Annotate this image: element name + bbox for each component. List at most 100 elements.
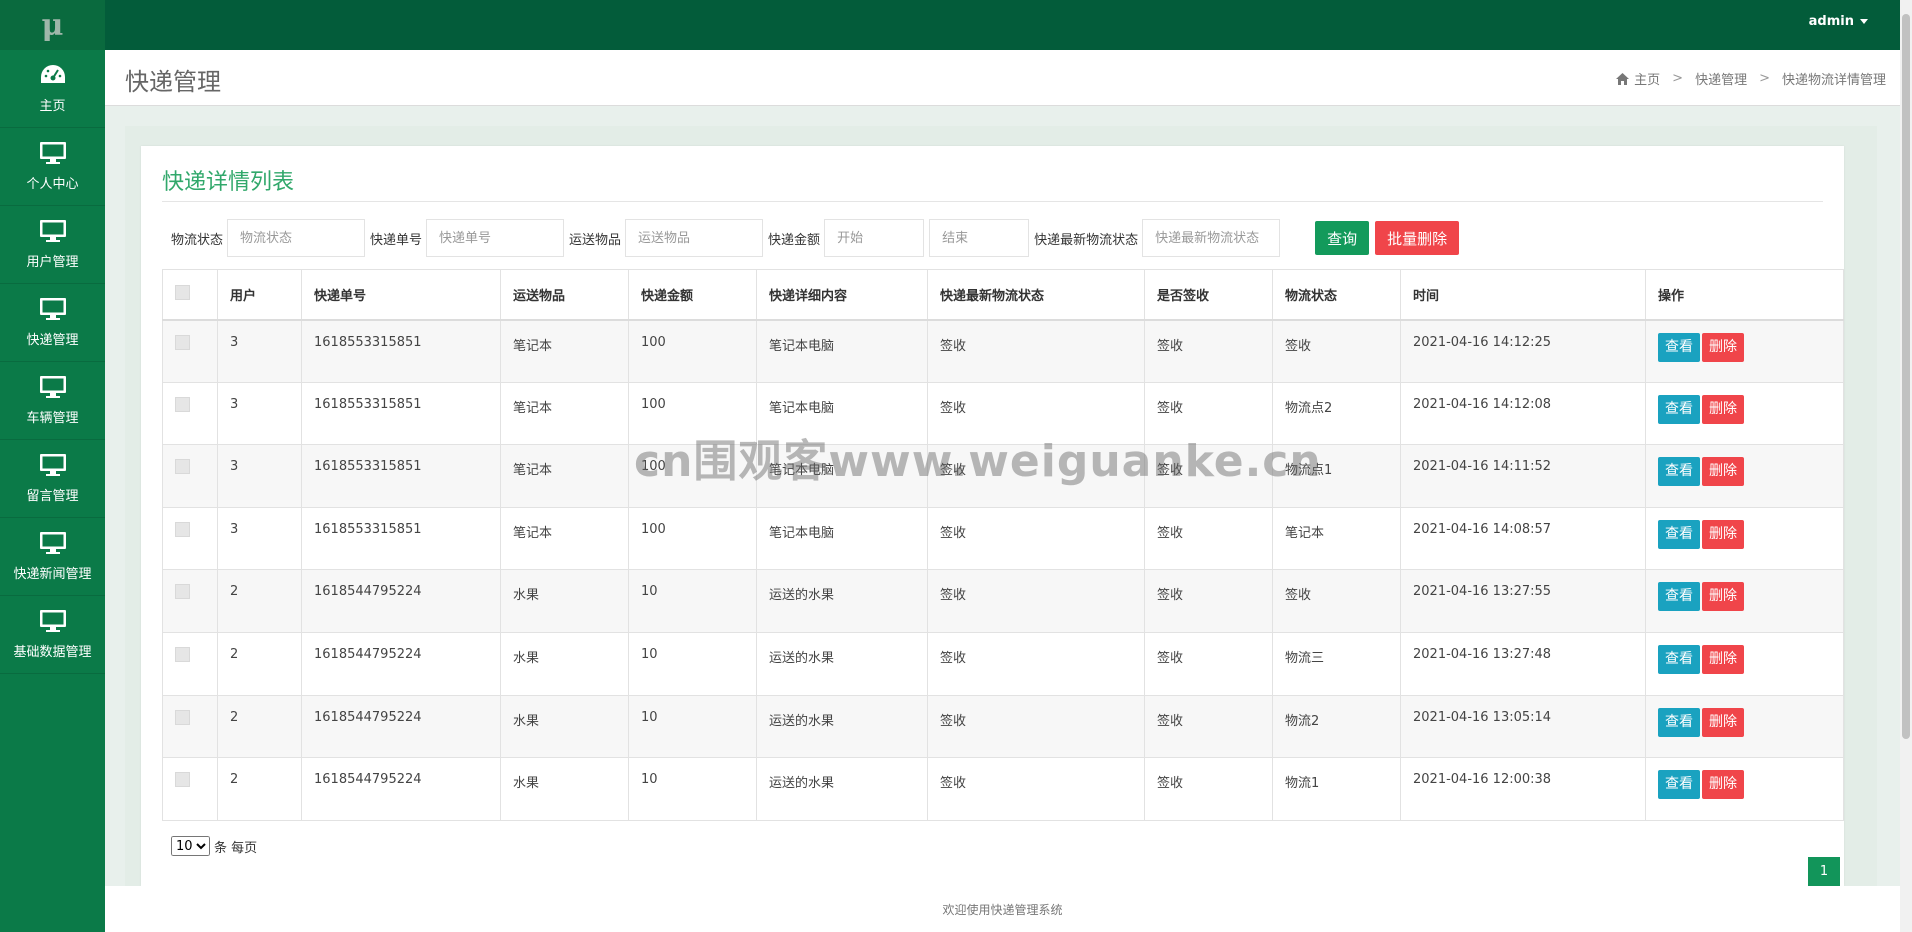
latest-status-input[interactable] <box>1142 219 1281 257</box>
cell-time: 2021-04-16 14:11:52 <box>1400 444 1646 508</box>
col-latest-status: 快递最新物流状态 <box>927 269 1145 321</box>
breadcrumb-express[interactable]: 快递管理 <box>1695 69 1747 88</box>
sidebar-item-label: 快递管理 <box>26 333 79 348</box>
breadcrumb-home[interactable]: 主页 <box>1634 69 1660 88</box>
cell-amount: 10 <box>628 757 757 821</box>
delete-button[interactable]: 删除 <box>1702 332 1744 362</box>
sidebar-item-6[interactable]: 快递新闻管理 <box>0 518 105 596</box>
cell-detail: 笔记本电脑 <box>756 381 928 446</box>
logistics-status-label: 物流状态 <box>171 232 224 248</box>
cell-goods: 笔记本 <box>500 444 629 508</box>
delete-button[interactable]: 删除 <box>1702 394 1744 424</box>
goods-input[interactable] <box>625 219 764 257</box>
cell-goods: 笔记本 <box>500 381 629 446</box>
row-checkbox[interactable] <box>175 584 190 600</box>
select-all-cell <box>162 269 218 321</box>
page-button-current[interactable]: 1 <box>1808 857 1840 886</box>
view-button[interactable]: 查看 <box>1658 332 1700 362</box>
amount-end-input[interactable] <box>929 219 1030 257</box>
cell-time: 2021-04-16 14:12:08 <box>1400 381 1646 446</box>
row-checkbox[interactable] <box>175 459 190 475</box>
cell-goods: 水果 <box>500 694 629 759</box>
row-checkbox[interactable] <box>175 334 190 350</box>
cell-time: 2021-04-16 13:27:55 <box>1400 569 1646 633</box>
col-actions: 操作 <box>1645 269 1844 321</box>
row-checkbox[interactable] <box>175 521 190 537</box>
table-row: 3 1618553315851 笔记本 100 笔记本电脑 签收 签收 签收 2021-04-1… <box>162 319 1844 383</box>
data-table-wrapper: 用户 快递单号 运送物品 快递金额 快递详细内容 快递最新物流状态 是否签收 物… <box>162 269 1844 821</box>
user-menu[interactable]: admin <box>1809 14 1868 29</box>
col-time: 时间 <box>1400 269 1646 321</box>
query-button[interactable]: 查询 <box>1315 221 1370 255</box>
cell-tracking-no: 1618553315851 <box>301 319 501 383</box>
sidebar-item-0[interactable]: 主页 <box>0 50 105 128</box>
sidebar-item-1[interactable]: 个人中心 <box>0 128 105 206</box>
sidebar-item-7[interactable]: 基础数据管理 <box>0 596 105 674</box>
select-all-checkbox[interactable] <box>175 284 190 300</box>
tracking-no-label: 快递单号 <box>370 232 423 248</box>
page-size-select[interactable]: 10 <box>171 836 210 856</box>
cell-signed: 签收 <box>1144 319 1273 383</box>
footer-text: 欢迎使用快递管理系统 <box>942 902 1063 917</box>
page-header: 快递管理 主页 > 快递管理 > 快递物流详情管理 <box>105 50 1900 106</box>
cell-time: 2021-04-16 14:08:57 <box>1400 506 1646 571</box>
cell-amount: 100 <box>628 319 757 383</box>
cell-actions: 查看 删除 <box>1645 757 1844 821</box>
view-button[interactable]: 查看 <box>1658 582 1700 612</box>
logistics-status-input[interactable] <box>227 219 366 257</box>
delete-button[interactable]: 删除 <box>1702 519 1744 549</box>
row-checkbox[interactable] <box>175 646 190 662</box>
view-button[interactable]: 查看 <box>1658 457 1700 487</box>
row-checkbox[interactable] <box>175 772 190 788</box>
cell-signed: 签收 <box>1144 381 1273 446</box>
cell-detail: 笔记本电脑 <box>756 444 928 508</box>
view-button[interactable]: 查看 <box>1658 519 1700 549</box>
cell-logistics-status: 物流2 <box>1272 694 1401 759</box>
row-select-cell <box>162 319 218 383</box>
page-scrollbar[interactable] <box>1900 0 1912 932</box>
delete-button[interactable]: 删除 <box>1702 582 1744 612</box>
sidebar-item-4[interactable]: 车辆管理 <box>0 362 105 440</box>
batch-delete-button[interactable]: 批量删除 <box>1375 221 1460 255</box>
cell-amount: 100 <box>628 444 757 508</box>
cell-signed: 签收 <box>1144 694 1273 759</box>
row-select-cell <box>162 506 218 571</box>
monitor-icon <box>39 453 67 485</box>
cell-logistics-status: 物流三 <box>1272 631 1401 696</box>
cell-amount: 10 <box>628 694 757 759</box>
footer: 欢迎使用快递管理系统 <box>105 886 1900 932</box>
delete-button[interactable]: 删除 <box>1702 644 1744 674</box>
page-size-suffix: 条 每页 <box>214 840 258 856</box>
col-goods: 运送物品 <box>500 269 629 321</box>
cell-tracking-no: 1618544795224 <box>301 757 501 821</box>
view-button[interactable]: 查看 <box>1658 707 1700 737</box>
delete-button[interactable]: 删除 <box>1702 457 1744 487</box>
amount-start-input[interactable] <box>824 219 925 257</box>
cell-user: 2 <box>217 694 302 759</box>
delete-button[interactable]: 删除 <box>1702 770 1744 800</box>
cell-tracking-no: 1618544795224 <box>301 569 501 633</box>
app-logo[interactable]: μ <box>0 0 105 50</box>
row-checkbox[interactable] <box>175 396 190 412</box>
scroll-thumb[interactable] <box>1902 14 1910 739</box>
cell-logistics-status: 物流点2 <box>1272 381 1401 446</box>
view-button[interactable]: 查看 <box>1658 770 1700 800</box>
view-button[interactable]: 查看 <box>1658 394 1700 424</box>
sidebar-item-5[interactable]: 留言管理 <box>0 440 105 518</box>
cell-goods: 笔记本 <box>500 506 629 571</box>
table-row: 2 1618544795224 水果 10 运送的水果 签收 签收 物流三 2021-04-16… <box>162 631 1844 696</box>
sidebar-item-2[interactable]: 用户管理 <box>0 206 105 284</box>
row-checkbox[interactable] <box>175 709 190 725</box>
sidebar-item-3[interactable]: 快递管理 <box>0 284 105 362</box>
tracking-no-input[interactable] <box>426 219 565 257</box>
cell-latest-status: 签收 <box>927 381 1145 446</box>
cell-detail: 笔记本电脑 <box>756 319 928 383</box>
monitor-icon <box>39 297 67 329</box>
monitor-icon <box>39 609 67 641</box>
latest-status-label: 快递最新物流状态 <box>1034 232 1139 248</box>
delete-button[interactable]: 删除 <box>1702 707 1744 737</box>
view-button[interactable]: 查看 <box>1658 644 1700 674</box>
cell-detail: 运送的水果 <box>756 569 928 633</box>
table-body: 3 1618553315851 笔记本 100 笔记本电脑 签收 签收 签收 2021-04-1… <box>162 319 1844 821</box>
cell-latest-status: 签收 <box>927 569 1145 633</box>
